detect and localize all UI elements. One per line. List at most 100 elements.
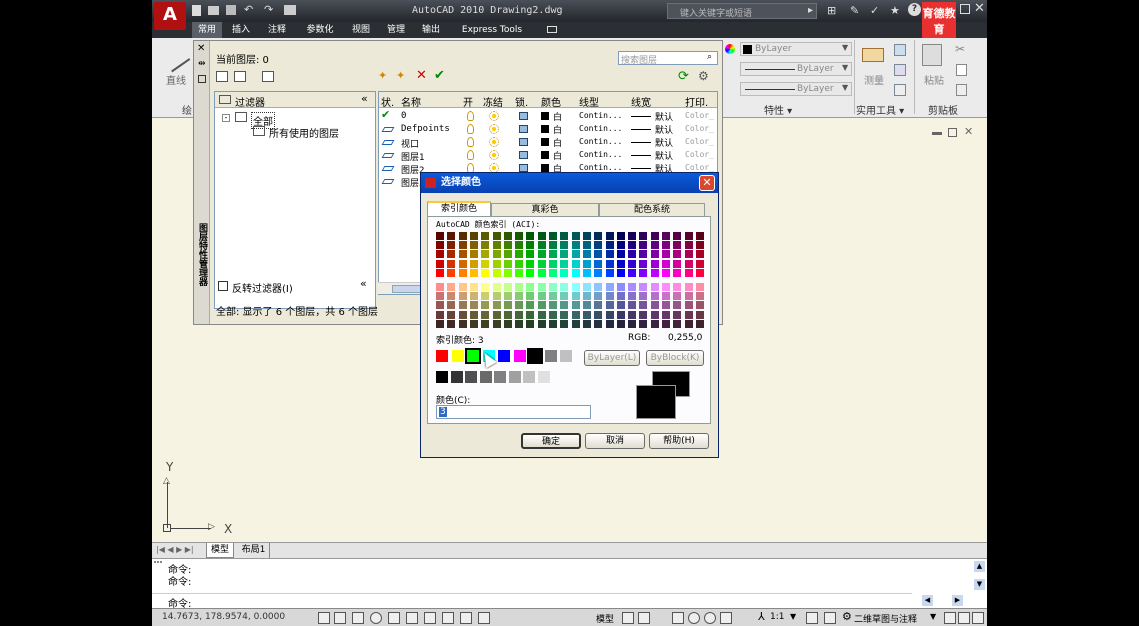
layer-color-swatch[interactable] <box>541 151 549 159</box>
standard-color-swatch[interactable] <box>451 350 464 362</box>
aci-swatch[interactable] <box>616 268 625 277</box>
aci-swatch[interactable] <box>537 268 546 277</box>
aci-swatch[interactable] <box>594 259 603 268</box>
aci-swatch[interactable] <box>503 301 512 310</box>
annotation-scale-value[interactable]: 1:1 <box>770 612 784 622</box>
aci-palette-bright[interactable] <box>436 232 708 278</box>
byblock-button[interactable]: ByBlock(K) <box>646 350 704 366</box>
aci-swatch[interactable] <box>560 283 569 291</box>
aci-swatch[interactable] <box>571 250 580 259</box>
layer-lock-icon[interactable] <box>519 151 528 159</box>
aci-swatch[interactable] <box>571 259 580 268</box>
collapse-icon[interactable]: « <box>360 277 367 290</box>
quick-calc-icon[interactable] <box>894 44 906 56</box>
aci-swatch[interactable] <box>616 301 625 310</box>
print-icon[interactable] <box>284 5 296 15</box>
aci-swatch[interactable] <box>605 241 614 250</box>
tab-home[interactable]: 常用 <box>192 22 222 38</box>
aci-swatch[interactable] <box>628 283 637 291</box>
aci-swatch[interactable] <box>650 232 659 240</box>
layer-lock-icon[interactable] <box>519 125 528 133</box>
aci-swatch[interactable] <box>481 283 490 291</box>
tab-index-color[interactable]: 索引颜色 <box>427 201 491 217</box>
aci-swatch[interactable] <box>639 268 648 277</box>
clipboard-group-label[interactable]: 剪贴板 <box>928 102 958 117</box>
aci-swatch[interactable] <box>492 268 501 277</box>
aci-swatch[interactable] <box>515 268 524 277</box>
col-plot-style[interactable]: 打印. <box>685 94 708 109</box>
aci-swatch[interactable] <box>503 241 512 250</box>
aci-swatch[interactable] <box>515 310 524 319</box>
col-lineweight[interactable]: 线宽 <box>631 94 651 109</box>
showmotion-icon[interactable] <box>720 612 732 624</box>
aci-swatch[interactable] <box>515 259 524 268</box>
lineweight-dropdown[interactable]: ByLayer ▼ <box>740 82 852 96</box>
aci-swatch[interactable] <box>503 250 512 259</box>
search-layer-input[interactable]: 搜索图层 <box>621 53 657 66</box>
aci-swatch[interactable] <box>526 310 535 319</box>
color-field-value[interactable]: 3 <box>439 407 447 417</box>
aci-swatch[interactable] <box>436 292 444 301</box>
layer-linetype[interactable]: Contin... <box>579 137 622 146</box>
aci-swatch[interactable] <box>571 310 580 319</box>
aci-swatch[interactable] <box>503 292 512 301</box>
aci-swatch[interactable] <box>582 232 591 240</box>
dynamic-ucs-icon[interactable] <box>424 612 436 624</box>
model-space-label[interactable]: 模型 <box>596 612 614 625</box>
invert-filter-checkbox[interactable] <box>218 281 228 291</box>
auto-scale-icon[interactable] <box>824 612 836 624</box>
aci-swatch[interactable] <box>594 310 603 319</box>
aci-swatch[interactable] <box>549 283 557 291</box>
tab-model[interactable]: 模型 <box>206 543 234 558</box>
properties-icon[interactable] <box>198 75 206 83</box>
aci-swatch[interactable] <box>662 319 670 328</box>
layer-name[interactable]: 0 <box>401 111 406 121</box>
status-menu-icon[interactable] <box>958 612 970 624</box>
aci-swatch[interactable] <box>616 259 625 268</box>
aci-swatch[interactable] <box>447 232 456 240</box>
aci-swatch[interactable] <box>673 250 682 259</box>
aci-swatch[interactable] <box>458 250 467 259</box>
tab-parametric[interactable]: 参数化 <box>300 22 340 38</box>
aci-swatch[interactable] <box>458 319 467 328</box>
aci-swatch[interactable] <box>447 250 456 259</box>
aci-swatch[interactable] <box>695 301 704 310</box>
layer-color-name[interactable]: 白 <box>553 136 562 149</box>
aci-swatch[interactable] <box>673 310 682 319</box>
layer-lineweight[interactable]: 默认 <box>655 149 673 162</box>
aci-swatch[interactable] <box>571 319 580 328</box>
aci-swatch[interactable] <box>616 310 625 319</box>
aci-swatch[interactable] <box>628 319 637 328</box>
layer-name[interactable]: Defpoints <box>401 124 450 134</box>
object-snap-icon[interactable] <box>388 612 400 624</box>
aci-swatch[interactable] <box>560 310 569 319</box>
aci-swatch[interactable] <box>650 283 659 291</box>
aci-swatch[interactable] <box>605 268 614 277</box>
aci-swatch[interactable] <box>673 292 682 301</box>
aci-swatch[interactable] <box>560 268 569 277</box>
aci-swatch[interactable] <box>628 232 637 240</box>
aci-swatch[interactable] <box>594 292 603 301</box>
aci-swatch[interactable] <box>492 259 501 268</box>
aci-swatch[interactable] <box>526 283 535 291</box>
aci-swatch[interactable] <box>481 250 490 259</box>
collapse-icon[interactable]: « <box>361 92 368 105</box>
col-status[interactable]: 状. <box>381 94 394 109</box>
aci-swatch[interactable] <box>582 259 591 268</box>
aci-swatch[interactable] <box>503 283 512 291</box>
layer-color-swatch[interactable] <box>541 164 549 172</box>
standard-color-swatch[interactable] <box>436 350 448 362</box>
aci-swatch[interactable] <box>605 301 614 310</box>
linetype-dropdown[interactable]: ByLayer ▼ <box>740 62 852 76</box>
aci-swatch[interactable] <box>492 250 501 259</box>
search-layer-box[interactable]: 搜索图层 ⌕ <box>618 51 718 66</box>
scroll-thumb[interactable] <box>392 285 422 293</box>
layer-row[interactable]: ✔ 0 白 Contin... 默认 Color_ <box>379 108 717 123</box>
layer-states-icon[interactable] <box>262 71 274 82</box>
gray-color-swatch[interactable] <box>450 371 463 383</box>
aci-swatch[interactable] <box>458 301 467 310</box>
tab-color-books[interactable]: 配色系统 <box>599 203 705 217</box>
standard-color-swatch[interactable] <box>527 348 543 364</box>
binoculars-icon[interactable]: ⊞ <box>827 4 836 17</box>
aci-swatch[interactable] <box>469 259 478 268</box>
